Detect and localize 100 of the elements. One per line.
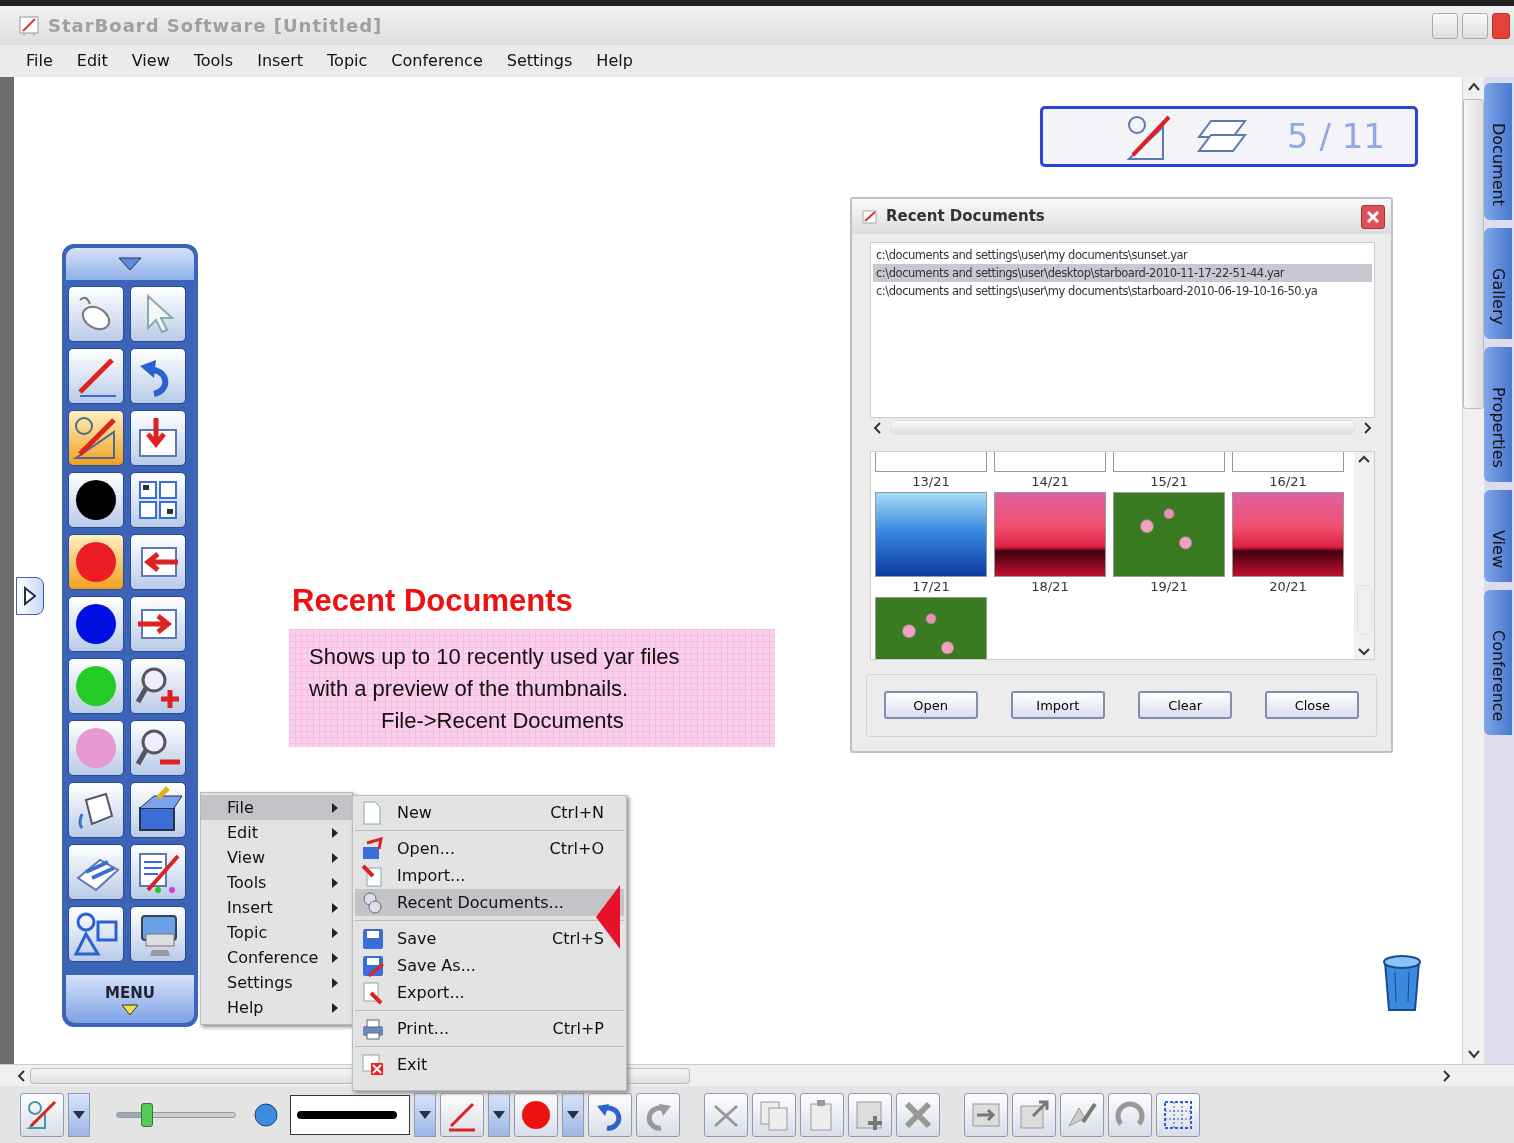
vertical-scrollbar[interactable]	[1462, 77, 1484, 1064]
trash-can-icon[interactable]	[1381, 952, 1423, 1012]
menu-item[interactable]: Settings	[201, 970, 352, 995]
palette-header[interactable]	[66, 248, 194, 280]
menu-item[interactable]: Conference	[201, 945, 352, 970]
menu-item[interactable]: Export...	[355, 979, 624, 1006]
menu-item[interactable]: Help	[201, 995, 352, 1020]
paste-button[interactable]	[800, 1092, 844, 1137]
color-button[interactable]	[68, 596, 124, 652]
pen-eraser-button[interactable]	[1060, 1092, 1104, 1137]
menu-item[interactable]: Edit	[64, 49, 120, 73]
pen-color-button[interactable]	[440, 1092, 484, 1137]
color-button[interactable]	[68, 472, 124, 528]
photo-placeholder[interactable]	[994, 492, 1106, 578]
grid-button[interactable]	[1156, 1092, 1200, 1137]
dialog-button[interactable]: Import	[1010, 691, 1105, 720]
menu-item[interactable]: Open... Ctrl+O	[355, 835, 624, 862]
tool-button[interactable]	[68, 782, 124, 838]
color-button[interactable]	[68, 720, 124, 776]
menu-item[interactable]: Import...	[355, 862, 624, 889]
tool-button[interactable]	[68, 410, 124, 466]
menu-item[interactable]: Settings	[494, 49, 585, 73]
copy-button[interactable]	[752, 1092, 796, 1137]
tool-button[interactable]	[130, 596, 186, 652]
menu-item[interactable]: Conference	[379, 49, 495, 73]
delete-button[interactable]	[896, 1092, 940, 1137]
side-tab[interactable]: View	[1484, 489, 1512, 582]
expand-button[interactable]	[1012, 1092, 1056, 1137]
rotate-button[interactable]	[1108, 1092, 1152, 1137]
scroll-thumb[interactable]	[1463, 99, 1484, 409]
menu-item[interactable]: Edit	[201, 820, 352, 845]
slider-thumb[interactable]	[140, 1102, 153, 1127]
menu-item-label: Settings	[227, 971, 293, 994]
menu-item[interactable]: View	[201, 845, 352, 870]
vertical-scrollbar[interactable]	[1354, 452, 1374, 659]
menu-item[interactable]: Exit	[355, 1051, 624, 1078]
photo-placeholder[interactable]	[1232, 492, 1344, 578]
dialog-button[interactable]: Close	[1265, 691, 1360, 720]
redo-button[interactable]	[636, 1092, 680, 1137]
tool-button[interactable]	[68, 348, 124, 404]
close-button[interactable]	[1361, 204, 1385, 229]
tool-button[interactable]	[68, 286, 124, 342]
line-style-button[interactable]	[290, 1094, 410, 1135]
tool-button[interactable]	[130, 472, 186, 528]
menu-item[interactable]: Insert	[245, 49, 316, 73]
side-tab[interactable]: Document	[1484, 83, 1512, 220]
tool-button[interactable]	[130, 782, 186, 838]
menu-item[interactable]: Tools	[181, 49, 246, 73]
thumbnail-label: 17/21	[912, 578, 950, 597]
add-page-button[interactable]	[848, 1092, 892, 1137]
pen-tool-button[interactable]	[20, 1092, 64, 1137]
menu-item[interactable]: Topic	[315, 49, 380, 73]
menu-item[interactable]: Save Ctrl+S	[355, 925, 624, 952]
side-tab[interactable]: Properties	[1484, 346, 1512, 482]
photo-placeholder[interactable]	[875, 597, 987, 659]
scroll-thumb[interactable]	[890, 420, 1355, 435]
side-tab[interactable]: Conference	[1484, 589, 1512, 736]
tool-button[interactable]	[130, 658, 186, 714]
menu-item[interactable]: Insert	[201, 895, 352, 920]
file-list-item[interactable]: c:\documents and settings\user\desktop\starboard-2010-11-17-22-51-44.yar	[873, 264, 1372, 283]
menu-item[interactable]: Recent Documents...	[355, 889, 624, 916]
photo-placeholder[interactable]	[1113, 492, 1225, 578]
close-button[interactable]	[1492, 12, 1510, 39]
photo-placeholder[interactable]	[875, 492, 987, 578]
tool-button[interactable]	[130, 348, 186, 404]
menu-item[interactable]: File	[14, 49, 65, 73]
dialog-button[interactable]: Open	[883, 691, 978, 720]
menu-item[interactable]: New Ctrl+N	[355, 799, 624, 826]
tool-button[interactable]	[130, 906, 186, 962]
dropdown-button[interactable]	[68, 1092, 90, 1137]
dropdown-button[interactable]	[562, 1092, 584, 1137]
menu-item[interactable]: Save As...	[355, 952, 624, 979]
color-button[interactable]	[68, 658, 124, 714]
menu-label[interactable]: MENU	[105, 981, 155, 1005]
page-forward-button[interactable]	[964, 1092, 1008, 1137]
menu-item[interactable]: View	[119, 49, 182, 73]
tool-button[interactable]	[130, 410, 186, 466]
expand-palette-button[interactable]	[16, 577, 44, 615]
color-button[interactable]	[68, 534, 124, 590]
menu-item[interactable]: Help	[584, 49, 645, 73]
cut-button[interactable]	[704, 1092, 748, 1137]
dropdown-button[interactable]	[414, 1092, 436, 1137]
tool-button[interactable]	[130, 286, 186, 342]
tool-button[interactable]	[68, 844, 124, 900]
color-button[interactable]	[514, 1092, 558, 1137]
file-list-item[interactable]: c:\documents and settings\user\my documents\sunset.yar	[873, 246, 1372, 265]
dropdown-button[interactable]	[488, 1092, 510, 1137]
file-list-item[interactable]: c:\documents and settings\user\my documents\starboard-2010-06-19-10-16-50.ya	[873, 282, 1372, 301]
side-tab[interactable]: Gallery	[1484, 227, 1512, 339]
undo-button[interactable]	[588, 1092, 632, 1137]
menu-item[interactable]: Tools	[201, 870, 352, 895]
menu-item[interactable]: Print... Ctrl+P	[355, 1015, 624, 1042]
dialog-button[interactable]: Clear	[1138, 691, 1233, 720]
tool-button[interactable]	[130, 534, 186, 590]
tool-button[interactable]	[130, 720, 186, 776]
menu-item[interactable]: Topic	[201, 920, 352, 945]
menu-item[interactable]: File	[201, 795, 352, 820]
tool-button[interactable]	[68, 906, 124, 962]
tool-button[interactable]	[130, 844, 186, 900]
triangle-down-icon[interactable]	[120, 1004, 140, 1017]
